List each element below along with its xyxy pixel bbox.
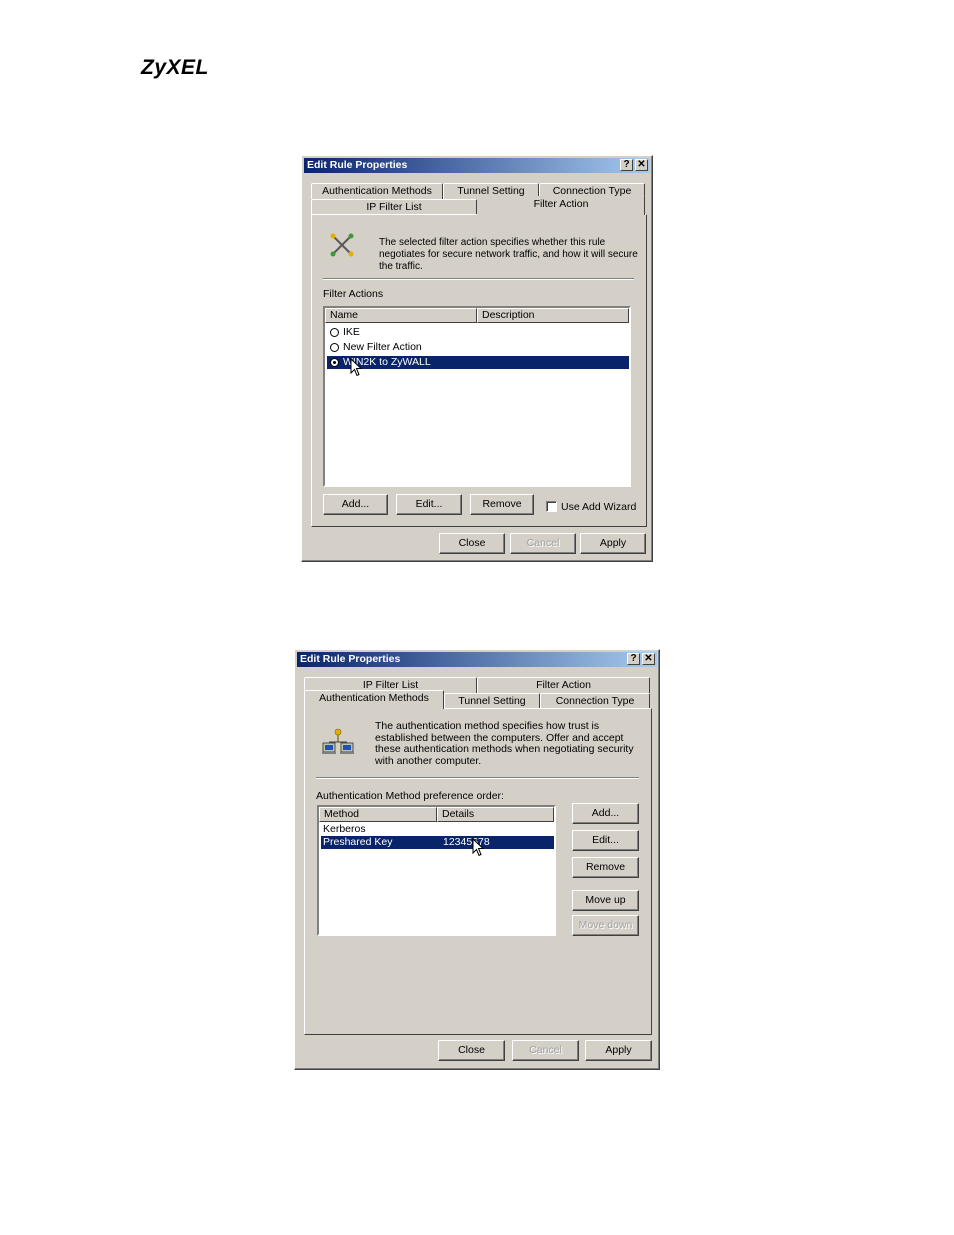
list-item[interactable]: New Filter Action bbox=[327, 341, 629, 354]
list-item-selected[interactable]: WIN2K to ZyWALL bbox=[327, 356, 629, 369]
filter-actions-list[interactable]: Name Description IKE New Filter Action W… bbox=[323, 306, 631, 487]
mouse-pointer-icon bbox=[472, 838, 484, 857]
remove-button[interactable]: Remove bbox=[470, 494, 534, 515]
edit-button[interactable]: Edit... bbox=[572, 830, 639, 851]
title-bar: Edit Rule Properties ? ✕ bbox=[297, 652, 657, 667]
separator bbox=[316, 777, 639, 779]
help-button[interactable]: ? bbox=[627, 653, 640, 665]
filter-action-icon bbox=[330, 233, 354, 257]
add-button[interactable]: Add... bbox=[323, 494, 388, 515]
edit-button[interactable]: Edit... bbox=[396, 494, 462, 515]
use-add-wizard-label: Use Add Wizard bbox=[561, 501, 637, 513]
cancel-button[interactable]: Cancel bbox=[512, 1040, 579, 1061]
authentication-description: The authentication method specifies how … bbox=[375, 720, 634, 767]
list-item[interactable]: IKE bbox=[327, 326, 629, 339]
network-computers-icon bbox=[322, 728, 354, 754]
filter-action-description: The selected filter action specifies whe… bbox=[379, 237, 638, 272]
auth-method-order-label: Authentication Method preference order: bbox=[316, 790, 504, 802]
tab-filter-action[interactable]: Filter Action bbox=[477, 677, 650, 693]
edit-rule-dialog-filter-action: Edit Rule Properties ? ✕ Authentication … bbox=[301, 155, 653, 562]
dialog-title: Edit Rule Properties bbox=[307, 159, 408, 171]
title-bar: Edit Rule Properties ? ✕ bbox=[304, 158, 650, 173]
dialog-title: Edit Rule Properties bbox=[300, 653, 401, 665]
close-button[interactable]: Close bbox=[439, 533, 505, 554]
use-add-wizard-checkbox[interactable] bbox=[546, 501, 557, 512]
cancel-button[interactable]: Cancel bbox=[510, 533, 576, 554]
list-item-label: New Filter Action bbox=[343, 341, 422, 353]
zyxel-logo: ZyXEL bbox=[141, 56, 209, 79]
radio-ike[interactable] bbox=[330, 328, 339, 337]
mouse-pointer-icon bbox=[350, 358, 362, 377]
close-button[interactable]: Close bbox=[438, 1040, 505, 1061]
apply-button[interactable]: Apply bbox=[585, 1040, 652, 1061]
list-item-label: IKE bbox=[343, 326, 360, 338]
column-header-name[interactable]: Name bbox=[325, 308, 477, 323]
close-window-button[interactable]: ✕ bbox=[642, 653, 655, 665]
tab-authentication-methods[interactable]: Authentication Methods bbox=[304, 690, 444, 709]
tab-authentication-methods[interactable]: Authentication Methods bbox=[311, 183, 443, 199]
help-button[interactable]: ? bbox=[620, 159, 633, 171]
move-up-button[interactable]: Move up bbox=[572, 890, 639, 911]
table-row[interactable]: Kerberos bbox=[321, 823, 554, 836]
edit-rule-dialog-authentication: Edit Rule Properties ? ✕ IP Filter List … bbox=[294, 649, 660, 1070]
radio-win2k-to-zywall[interactable] bbox=[330, 358, 339, 367]
separator bbox=[323, 278, 634, 280]
close-window-button[interactable]: ✕ bbox=[635, 159, 648, 171]
move-down-button[interactable]: Move down bbox=[572, 915, 639, 936]
table-row-selected[interactable]: Preshared Key 12345678 bbox=[321, 836, 554, 849]
radio-new-filter-action[interactable] bbox=[330, 343, 339, 352]
remove-button[interactable]: Remove bbox=[572, 857, 639, 878]
tab-tunnel-setting[interactable]: Tunnel Setting bbox=[444, 693, 540, 709]
tab-ip-filter-list[interactable]: IP Filter List bbox=[311, 199, 477, 215]
tab-filter-action[interactable]: Filter Action bbox=[477, 196, 645, 215]
auth-methods-list[interactable]: Method Details Kerberos Preshared Key 12… bbox=[317, 805, 556, 936]
add-button[interactable]: Add... bbox=[572, 803, 639, 824]
tab-panel: The authentication method specifies how … bbox=[304, 708, 652, 1035]
column-header-details[interactable]: Details bbox=[437, 807, 554, 822]
filter-actions-label: Filter Actions bbox=[323, 288, 384, 300]
column-header-description[interactable]: Description bbox=[477, 308, 629, 323]
method-cell: Kerberos bbox=[323, 823, 366, 835]
apply-button[interactable]: Apply bbox=[580, 533, 646, 554]
column-header-method[interactable]: Method bbox=[319, 807, 437, 822]
tab-connection-type[interactable]: Connection Type bbox=[540, 693, 650, 709]
method-cell: Preshared Key bbox=[323, 836, 393, 848]
